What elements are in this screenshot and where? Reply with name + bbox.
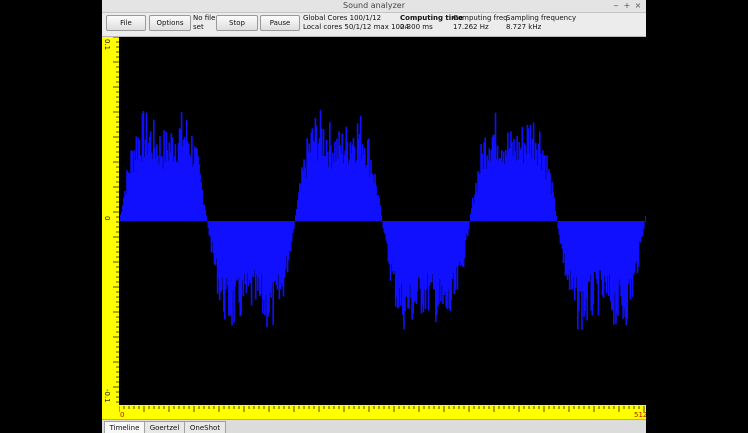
waveform-sample-bar (644, 216, 646, 221)
local-cores-text: Local cores 50/1/12 max 1024 (303, 23, 409, 31)
computing-time-value: 0.300 ms (400, 23, 433, 31)
vertical-ruler: 0.1 0 -0.1 (102, 36, 119, 405)
toolbar: File Options No file set Stop Pause Glob… (102, 13, 646, 37)
tab-timeline[interactable]: Timeline (104, 421, 145, 433)
waveform-sample-bar (555, 215, 558, 221)
tab-bar: Timeline Goertzel OneShot (102, 419, 646, 433)
ruler-corner (102, 405, 119, 419)
waveform-sample-bar (643, 221, 646, 222)
waveform-sample-bar (119, 221, 121, 222)
waveform-svg (119, 110, 646, 330)
ruler-label-zero: 0 (103, 216, 111, 221)
computing-freq-value: 17.262 Hz (453, 23, 489, 31)
ruler-label-bottom: -0.1 (103, 389, 111, 403)
window-title: Sound analyzer (343, 1, 405, 10)
ruler-label-start: 0 (120, 411, 125, 419)
waveform-sample-bar (468, 221, 471, 222)
waveform-sample-bar (380, 215, 383, 221)
sampling-freq-label: Sampling frequency (506, 14, 577, 22)
computing-freq-label: Computing freq. (453, 14, 510, 22)
sound-analyzer-window: Sound analyzer ‒ + × File Options No fil… (102, 0, 646, 433)
tab-oneshot[interactable]: OneShot (184, 421, 226, 433)
waveform-sample-bar (292, 221, 295, 229)
global-cores-text: Global Cores 100/1/12 (303, 14, 382, 22)
vertical-ruler-ticks (113, 36, 119, 403)
options-button[interactable]: Options (149, 15, 191, 31)
waveform-sample-bar (205, 215, 208, 221)
ruler-label-end: 512 (634, 411, 646, 419)
file-status-text: No file set (193, 14, 216, 31)
ruler-label-top: 0.1 (103, 39, 111, 51)
horizontal-ruler-ticks (118, 406, 645, 412)
stop-button[interactable]: Stop (216, 15, 258, 31)
waveform-sample-bar (293, 221, 296, 222)
horizontal-ruler: 0 512 (118, 405, 646, 419)
waveform-sample-bar (642, 221, 645, 230)
pause-button[interactable]: Pause (260, 15, 300, 31)
waveform-plot[interactable] (119, 37, 646, 405)
file-button[interactable]: File (106, 15, 146, 31)
close-icon[interactable]: × (632, 0, 644, 12)
title-bar: Sound analyzer ‒ + × (102, 0, 646, 13)
waveform-sample-bar (467, 221, 470, 230)
sampling-freq-value: 8.727 kHz (506, 23, 542, 31)
tab-goertzel[interactable]: Goertzel (144, 421, 185, 433)
